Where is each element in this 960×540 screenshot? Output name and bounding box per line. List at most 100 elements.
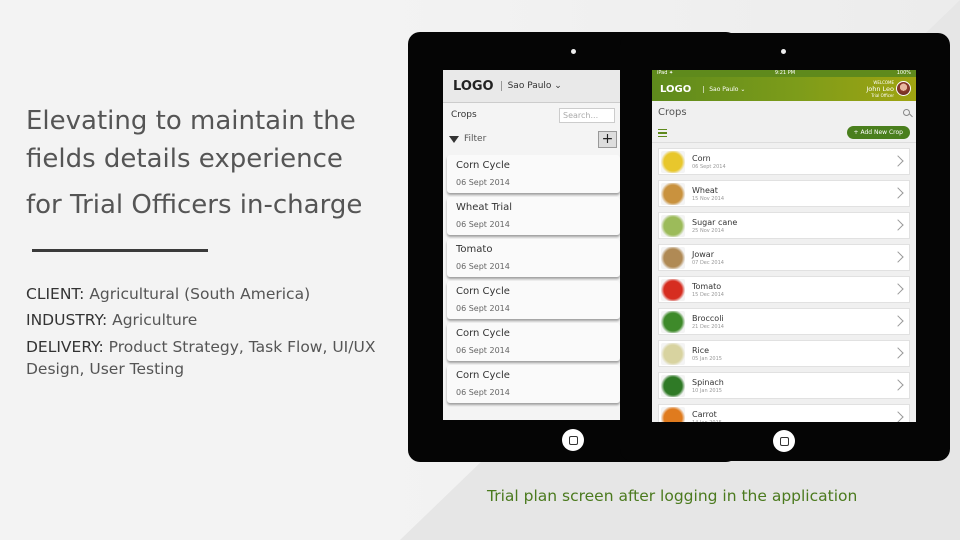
crop-text: Sugar cane 25 Nov 2014 [692,218,737,234]
headline-line-1: Elevating to maintain the [26,106,356,136]
app-header: LOGO Sao Paulo ⌄ WELCOME John Leo Trial … [652,77,916,101]
wireframe-city-select[interactable]: Sao Paulo ⌄ [500,81,562,91]
client-label: CLIENT: [26,285,85,303]
status-time: 9:21 PM [774,70,796,76]
wireframe-card-title: Tomato [456,244,493,255]
headline-line-3: for Trial Officers in-charge [26,190,363,220]
crop-thumbnail [661,342,685,365]
wireframe-crops-title: Crops [451,110,477,120]
crop-list-item[interactable]: Broccoli 21 Dec 2014 [658,308,910,335]
wireframe-card[interactable]: Corn Cycle 06 Sept 2014 [447,365,620,403]
app-screen: iPad ✦ 9:21 PM 100% LOGO Sao Paulo ⌄ WEL… [652,70,916,422]
crop-date: 14 Jan 2015 [692,420,722,423]
wireframe-filter-button[interactable]: Filter [449,134,486,144]
wireframe-card-title: Corn Cycle [456,370,510,381]
chevron-right-icon [892,347,904,359]
wireframe-card-title: Corn Cycle [456,328,510,339]
app-city-select[interactable]: Sao Paulo ⌄ [703,85,745,93]
wireframe-card-title: Corn Cycle [456,160,510,171]
chevron-right-icon [892,315,904,327]
app-logo: LOGO [660,83,692,95]
crop-name: Broccoli [692,313,724,323]
wireframe-add-button[interactable]: + [598,130,617,148]
crop-list: Corn 06 Sept 2014 Wheat 15 Nov 2014 Sugar ca… [652,143,916,422]
tablet-camera [781,49,786,54]
user-info[interactable]: WELCOME John Leo Trial Officer [866,80,894,98]
client-value: Agricultural (South America) [84,285,311,303]
chevron-right-icon [892,379,904,391]
chevron-right-icon [892,219,904,231]
chevron-right-icon [892,411,904,422]
crop-date: 06 Sept 2014 [692,163,726,170]
crops-title: Crops [658,106,687,118]
wireframe-card-title: Wheat Trial [456,202,513,213]
chevron-right-icon [892,283,904,295]
crop-list-item[interactable]: Jowar 07 Dec 2014 [658,244,910,271]
crop-date: 15 Nov 2014 [692,195,725,202]
crop-name: Jowar [692,249,714,259]
home-button[interactable] [773,430,795,452]
chevron-right-icon [892,187,904,199]
crop-date: 05 Jan 2015 [692,355,722,362]
crop-list-item[interactable]: Corn 06 Sept 2014 [658,148,910,175]
home-button[interactable] [562,429,584,451]
crop-thumbnail [661,310,685,333]
wireframe-card-title: Corn Cycle [456,286,510,297]
wireframe-card-list: Corn Cycle 06 Sept 2014 Wheat Trial 06 Sept… [443,155,623,403]
crop-text: Jowar 07 Dec 2014 [692,250,724,266]
crop-list-item[interactable]: Tomato 15 Dec 2014 [658,276,910,303]
wireframe-crops-bar: Crops Search... [443,103,623,127]
wireframe-header: LOGO Sao Paulo ⌄ [443,70,623,103]
industry-label: INDUSTRY: [26,311,108,329]
chevron-right-icon [892,251,904,263]
crop-list-item[interactable]: Sugar cane 25 Nov 2014 [658,212,910,239]
wireframe-card[interactable]: Corn Cycle 06 Sept 2014 [447,155,620,193]
crop-text: Corn 06 Sept 2014 [692,154,726,170]
status-bar: iPad ✦ 9:21 PM 100% [652,70,916,77]
crop-name: Rice [692,345,710,355]
wireframe-card[interactable]: Wheat Trial 06 Sept 2014 [447,197,620,235]
wireframe-card[interactable]: Corn Cycle 06 Sept 2014 [447,281,620,319]
crop-text: Wheat 15 Nov 2014 [692,186,724,202]
crop-name: Wheat [692,185,718,195]
wireframe-search-input[interactable]: Search... [559,107,615,123]
status-battery: 100% [896,70,911,76]
crop-date: 07 Dec 2014 [692,259,724,266]
wireframe-card-date: 06 Sept 2014 [456,262,510,271]
crop-name: Corn [692,153,711,163]
crop-name: Tomato [692,281,722,291]
filter-icon [449,135,459,143]
search-icon[interactable] [903,108,910,116]
slide-caption: Trial plan screen after logging in the a… [487,487,858,505]
crop-list-item[interactable]: Rice 05 Jan 2015 [658,340,910,367]
filter-sliders-icon[interactable] [658,128,667,137]
tablet-final-ui: iPad ✦ 9:21 PM 100% LOGO Sao Paulo ⌄ WEL… [620,33,950,461]
crop-thumbnail [661,374,685,397]
avatar[interactable] [896,81,911,96]
wireframe-card-date: 06 Sept 2014 [456,220,510,229]
industry-line: INDUSTRY: Agriculture [26,309,386,331]
crop-list-item[interactable]: Carrot14 Jan 2015 [658,404,910,422]
wireframe-card[interactable]: Corn Cycle 06 Sept 2014 [447,323,620,361]
delivery-line: DELIVERY: Product Strategy, Task Flow, U… [26,336,386,380]
crops-toolbar: + Add New Crop [652,123,916,143]
industry-value: Agriculture [107,311,198,329]
crop-text: Rice 05 Jan 2015 [692,346,722,362]
crop-text: Broccoli 21 Dec 2014 [692,314,724,330]
add-new-crop-button[interactable]: + Add New Crop [846,126,910,139]
crop-thumbnail [661,214,685,237]
status-carrier: iPad ✦ [657,70,674,76]
wireframe-card-date: 06 Sept 2014 [456,178,510,187]
wireframe-card-date: 06 Sept 2014 [456,346,510,355]
crop-thumbnail [661,278,685,301]
wireframe-filter-label: Filter [464,134,487,144]
crop-thumbnail [661,182,685,205]
wireframe-filter-bar: Filter + [443,127,623,151]
wireframe-card[interactable]: Tomato 06 Sept 2014 [447,239,620,277]
crop-thumbnail [661,246,685,269]
crop-list-item[interactable]: Spinach 10 Jan 2015 [658,372,910,399]
crop-date: 21 Dec 2014 [692,323,724,330]
crop-date: 10 Jan 2015 [692,387,722,394]
crop-list-item[interactable]: Wheat 15 Nov 2014 [658,180,910,207]
crop-name: Sugar cane [692,217,738,227]
